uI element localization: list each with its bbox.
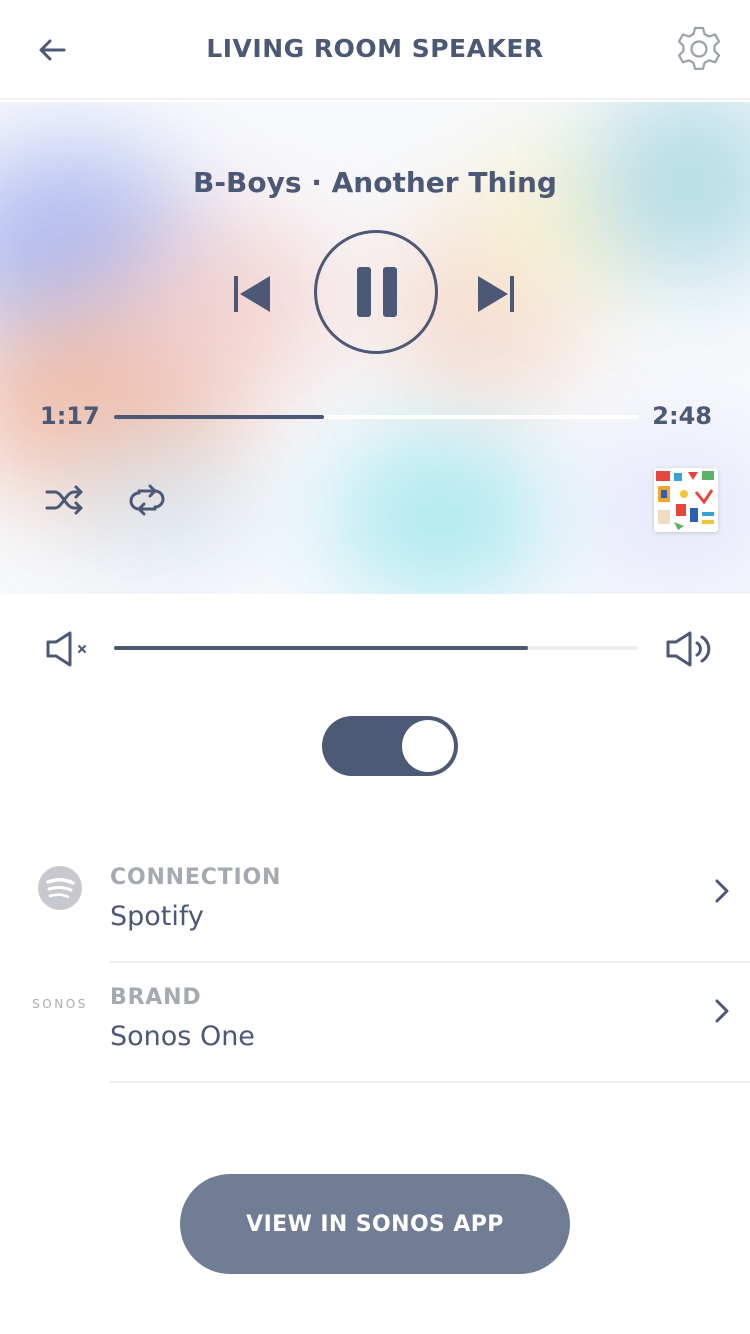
brand-value: Sonos One xyxy=(110,1021,255,1052)
now-playing-panel: B-Boys · Another Thing 1:17 2:48 xyxy=(0,102,750,594)
previous-track-button[interactable] xyxy=(230,272,274,316)
pause-button[interactable] xyxy=(314,230,438,354)
connection-label: CONNECTION xyxy=(110,865,282,890)
next-track-icon xyxy=(478,276,514,312)
brand-label: BRAND xyxy=(110,985,202,1010)
previous-track-icon xyxy=(234,276,270,312)
toggle-knob xyxy=(402,720,454,772)
repeat-button[interactable] xyxy=(126,482,168,518)
volume-min-button[interactable] xyxy=(44,630,92,668)
gear-icon xyxy=(677,26,721,70)
view-in-sonos-app-button[interactable]: VIEW IN SONOS APP xyxy=(180,1174,570,1274)
connection-value: Spotify xyxy=(110,901,204,932)
volume-fill xyxy=(114,646,528,650)
row-divider xyxy=(110,1081,750,1083)
spotify-icon xyxy=(38,866,82,910)
speaker-loud-icon xyxy=(666,631,711,667)
connection-row[interactable]: CONNECTION Spotify xyxy=(0,843,750,963)
brand-row[interactable]: SONOS BRAND Sonos One xyxy=(0,963,750,1083)
settings-button[interactable] xyxy=(674,24,724,74)
sonos-logo: SONOS xyxy=(32,997,88,1011)
album-art-image xyxy=(654,468,718,532)
volume-max-button[interactable] xyxy=(664,628,716,670)
speaker-mute-icon xyxy=(46,631,86,667)
chevron-right-icon xyxy=(708,997,736,1025)
next-track-button[interactable] xyxy=(474,272,518,316)
chevron-right-icon xyxy=(708,877,736,905)
shuffle-button[interactable] xyxy=(44,482,86,518)
progress-fill xyxy=(114,415,324,419)
shuffle-icon xyxy=(45,485,83,515)
elapsed-time: 1:17 xyxy=(40,402,100,430)
total-time: 2:48 xyxy=(652,402,712,430)
page-title: LIVING ROOM SPEAKER xyxy=(206,34,544,63)
repeat-icon xyxy=(129,484,165,516)
track-title: B-Boys · Another Thing xyxy=(193,166,557,199)
power-toggle[interactable] xyxy=(322,716,458,776)
volume-slider[interactable] xyxy=(114,646,638,650)
album-art[interactable] xyxy=(654,468,718,532)
progress-slider[interactable] xyxy=(114,415,638,419)
header-bar: LIVING ROOM SPEAKER xyxy=(0,0,750,100)
